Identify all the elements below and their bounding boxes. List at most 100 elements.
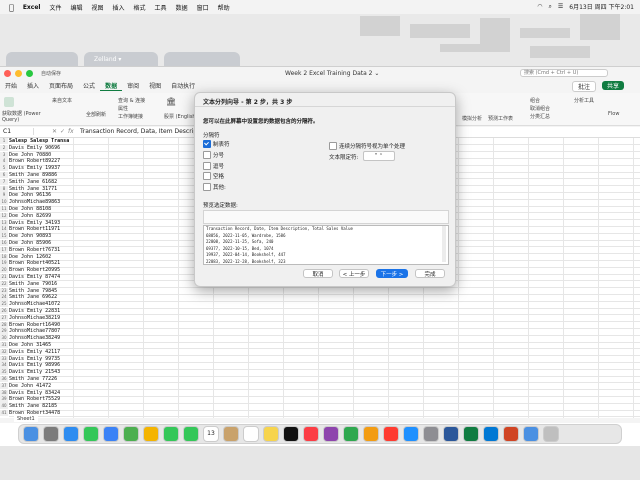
messages-icon[interactable] xyxy=(83,426,99,442)
excel-icon[interactable] xyxy=(463,426,479,442)
cancel-button[interactable]: 取消 xyxy=(303,269,333,278)
music-icon[interactable] xyxy=(303,426,319,442)
row-header[interactable]: 11 xyxy=(0,206,8,213)
tab-page-layout[interactable]: 页面布局 xyxy=(44,81,78,91)
next-button[interactable]: 下一步 > xyxy=(376,269,408,278)
facetime-icon[interactable] xyxy=(163,426,179,442)
row-header[interactable]: 28 xyxy=(0,321,8,328)
clock[interactable]: 6月13日 周四 下午2:01 xyxy=(569,2,634,11)
row-header[interactable]: 19 xyxy=(0,260,8,267)
group-button[interactable]: 组合 xyxy=(530,97,540,104)
row-header[interactable]: 41 xyxy=(0,410,8,417)
stocks-button[interactable]: 股票 (English) xyxy=(164,113,198,120)
appstore-icon[interactable] xyxy=(403,426,419,442)
row-header[interactable]: 31 xyxy=(0,342,8,349)
mail-icon[interactable] xyxy=(103,426,119,442)
preview-scrollbar[interactable] xyxy=(442,226,446,262)
menu-item-help[interactable]: 帮助 xyxy=(218,3,230,12)
row-header[interactable]: 40 xyxy=(0,403,8,410)
menu-item-data[interactable]: 数据 xyxy=(176,3,188,12)
tab-data[interactable]: 数据 xyxy=(100,81,123,91)
row-header[interactable]: 36 xyxy=(0,376,8,383)
row-header[interactable]: 22 xyxy=(0,280,8,288)
preview-pane[interactable]: Transaction Record, Date, Item Descripti… xyxy=(203,225,449,265)
share-button[interactable]: 共享 xyxy=(602,81,625,90)
apple-icon[interactable]:  xyxy=(9,3,14,12)
row-header[interactable]: 25 xyxy=(0,301,8,308)
other-delimiter-checkbox[interactable] xyxy=(203,183,211,191)
row-header[interactable]: 30 xyxy=(0,335,8,342)
get-data-icon[interactable] xyxy=(4,97,14,107)
subtotal-button[interactable]: 分类汇总 xyxy=(530,113,550,120)
row-header[interactable]: 16 xyxy=(0,240,8,247)
reminders-icon[interactable] xyxy=(243,426,259,442)
tab-review[interactable]: 审阅 xyxy=(122,81,144,91)
row-header[interactable]: 12 xyxy=(0,212,8,220)
flow-button[interactable]: Flow xyxy=(608,111,619,117)
name-box[interactable]: C1 xyxy=(3,128,34,135)
get-data-button[interactable]: 获取数据 (Power Query) xyxy=(2,110,42,123)
row-header[interactable]: 5 xyxy=(0,165,8,172)
tab-view[interactable]: 视图 xyxy=(144,81,166,91)
contacts-icon[interactable] xyxy=(223,426,239,442)
confirm-icon[interactable]: ✓ xyxy=(60,128,65,135)
desktop-tab-1[interactable] xyxy=(6,52,78,66)
text-qualifier-select[interactable]: " ⌃ xyxy=(363,151,395,161)
row-header[interactable]: 29 xyxy=(0,328,8,335)
row-header[interactable]: 1 xyxy=(0,138,8,145)
autosave-toggle[interactable]: 自动保存 xyxy=(41,70,61,77)
tv-icon[interactable] xyxy=(283,426,299,442)
bank-icon[interactable]: 🏛 xyxy=(166,97,180,107)
tab-delimiter-checkbox[interactable] xyxy=(203,140,211,148)
comma-delimiter-checkbox[interactable] xyxy=(203,162,211,170)
semicolon-delimiter-checkbox[interactable] xyxy=(203,151,211,159)
menu-item-window[interactable]: 窗口 xyxy=(197,3,209,12)
row-header[interactable]: 32 xyxy=(0,348,8,356)
pages-icon[interactable] xyxy=(363,426,379,442)
photos-icon[interactable] xyxy=(143,426,159,442)
close-window-icon[interactable] xyxy=(4,69,11,77)
menu-item-view[interactable]: 视图 xyxy=(92,3,104,12)
zoom-window-icon[interactable] xyxy=(26,69,33,77)
row-header[interactable]: 35 xyxy=(0,369,8,376)
row-header[interactable]: 14 xyxy=(0,226,8,233)
row-header[interactable]: 2 xyxy=(0,144,8,152)
fx-icon[interactable]: fx xyxy=(68,128,74,135)
back-button[interactable]: < 上一步 xyxy=(339,269,369,278)
word-icon[interactable] xyxy=(443,426,459,442)
menu-item-format[interactable]: 格式 xyxy=(134,3,146,12)
properties-button[interactable]: 属性 xyxy=(118,105,128,112)
row-header[interactable]: 4 xyxy=(0,158,8,165)
tab-formulas[interactable]: 公式 xyxy=(78,81,100,91)
maps-icon[interactable] xyxy=(123,426,139,442)
sheet-tab[interactable]: Sheet1 xyxy=(14,416,38,422)
row-header[interactable]: 27 xyxy=(0,314,8,322)
row-header[interactable]: 33 xyxy=(0,355,8,362)
menu-app-name[interactable]: Excel xyxy=(23,4,41,11)
calendar-icon[interactable]: 13 xyxy=(203,426,219,442)
tab-home[interactable]: 开始 xyxy=(0,81,22,91)
desktop-tab-zelland[interactable]: Zelland ▾ xyxy=(84,52,158,66)
trash-icon[interactable] xyxy=(543,426,559,442)
outlook-icon[interactable] xyxy=(483,426,499,442)
safari-icon[interactable] xyxy=(63,426,79,442)
consecutive-delimiters-checkbox[interactable] xyxy=(329,142,337,150)
notes-icon[interactable] xyxy=(263,426,279,442)
comment-button[interactable]: 批注 xyxy=(572,81,597,92)
menu-item-tools[interactable]: 工具 xyxy=(155,3,167,12)
tab-insert[interactable]: 插入 xyxy=(22,81,44,91)
finder-icon[interactable] xyxy=(23,426,39,442)
refresh-all-button[interactable]: 全部刷新 xyxy=(86,111,106,118)
row-header[interactable]: 9 xyxy=(0,192,8,199)
row-header[interactable]: 3 xyxy=(0,151,8,158)
tab-automate[interactable]: 自动执行 xyxy=(166,81,200,91)
row-header[interactable]: 6 xyxy=(0,172,8,179)
control-center-icon[interactable]: ☰ xyxy=(558,3,563,10)
news-icon[interactable] xyxy=(383,426,399,442)
workbook-links-button[interactable]: 工作簿链接 xyxy=(118,113,143,120)
downloads-icon[interactable] xyxy=(523,426,539,442)
row-header[interactable]: 8 xyxy=(0,185,8,192)
row-header[interactable]: 10 xyxy=(0,199,8,206)
forecast-sheet-button[interactable]: 预测工作表 xyxy=(488,115,513,122)
row-header[interactable]: 18 xyxy=(0,253,8,260)
